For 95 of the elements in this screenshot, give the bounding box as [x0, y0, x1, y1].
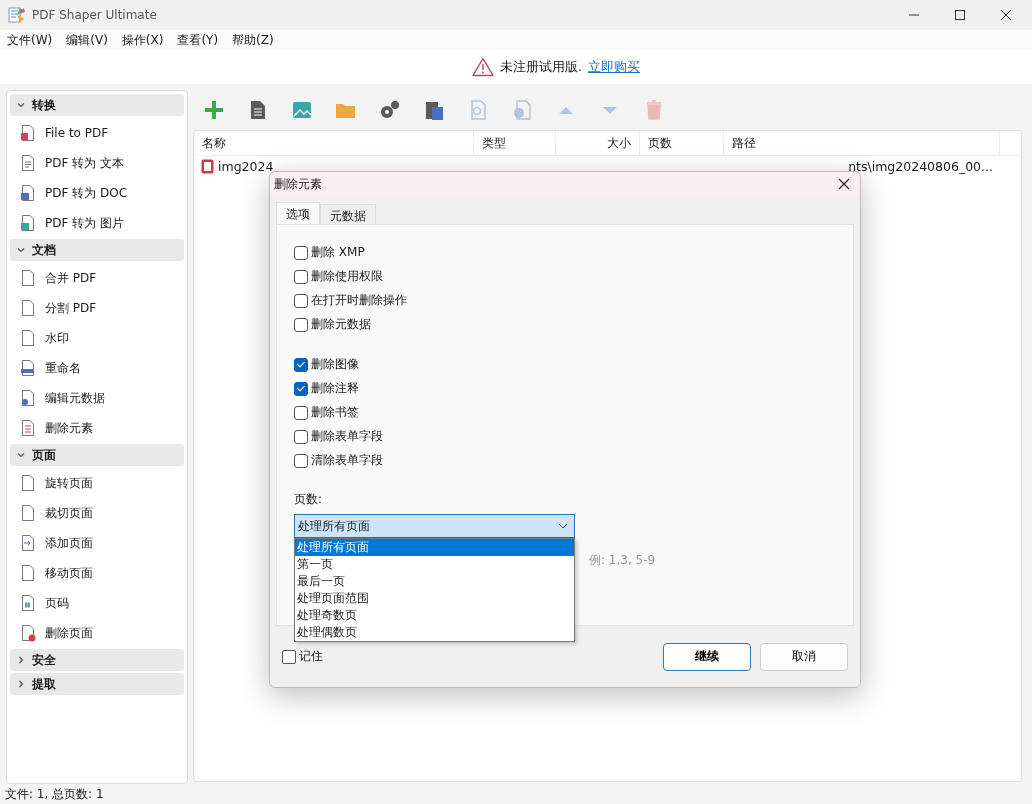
- checkbox-label: 删除元数据: [311, 316, 371, 333]
- sidebar-group-header[interactable]: 文档: [10, 239, 184, 261]
- sidebar-item[interactable]: 合并 PDF: [45, 269, 97, 287]
- checkbox-label: 删除使用权限: [311, 268, 383, 285]
- tab[interactable]: 选项: [276, 202, 320, 224]
- sidebar-group-header[interactable]: 安全: [10, 649, 184, 671]
- chevron-right-icon[interactable]: [16, 679, 26, 689]
- checkbox[interactable]: [294, 381, 308, 396]
- delete-page-icon: [20, 624, 36, 642]
- app-logo-icon: [8, 6, 26, 24]
- dropdown-option[interactable]: 处理所有页面: [295, 539, 574, 556]
- checkbox-label: 删除注释: [311, 380, 359, 397]
- sidebar-item[interactable]: 删除元素: [45, 419, 93, 437]
- table-cell: nts\img20240806_00...: [848, 158, 993, 174]
- sidebar-item[interactable]: 裁切页面: [45, 504, 93, 522]
- warning-icon: [471, 57, 494, 77]
- sidebar-item[interactable]: 水印: [45, 329, 69, 347]
- plus-icon[interactable]: [203, 99, 225, 121]
- menu-item[interactable]: 操作(X): [121, 31, 164, 49]
- checkbox[interactable]: [294, 453, 308, 468]
- checkbox[interactable]: [294, 269, 308, 284]
- sidebar-item[interactable]: PDF 转为 DOC: [45, 184, 128, 202]
- sidebar-group-header[interactable]: 转换: [10, 94, 184, 116]
- window-title: PDF Shaper Ultimate: [32, 8, 157, 22]
- sidebar-item[interactable]: 移动页面: [45, 564, 93, 582]
- menu-item[interactable]: 查看(Y): [177, 31, 219, 49]
- dropdown-option[interactable]: 最后一页: [295, 573, 574, 590]
- checkbox[interactable]: [294, 429, 308, 444]
- dropdown-option[interactable]: 第一页: [295, 556, 574, 573]
- image-file-icon: [20, 214, 36, 232]
- close-icon[interactable]: [838, 178, 850, 190]
- checkbox-label: 删除表单字段: [311, 428, 383, 445]
- sidebar-item[interactable]: 添加页面: [45, 534, 93, 552]
- checkbox[interactable]: [294, 405, 308, 420]
- pages-label: 页数:: [294, 491, 324, 508]
- pdf-file-icon: [20, 124, 36, 142]
- sidebar-item[interactable]: 编辑元数据: [45, 389, 105, 407]
- sidebar-item[interactable]: PDF 转为 文本: [45, 154, 124, 172]
- sidebar-item[interactable]: 页码: [45, 594, 69, 612]
- sidebar-item[interactable]: PDF 转为 图片: [45, 214, 124, 232]
- column-header[interactable]: 名称: [194, 131, 474, 155]
- checkbox-label: 清除表单字段: [311, 452, 383, 469]
- close-icon[interactable]: [1000, 9, 1012, 21]
- sidebar-group-header[interactable]: 页面: [10, 444, 184, 466]
- list-file-icon: [20, 419, 36, 437]
- sidebar-group-header[interactable]: 提取: [10, 673, 184, 695]
- tab[interactable]: 元数据: [320, 204, 376, 224]
- column-header[interactable]: 页数: [640, 131, 724, 155]
- sidebar-item[interactable]: File to PDF: [45, 126, 109, 140]
- chevron-down-icon[interactable]: [16, 245, 26, 255]
- checkbox[interactable]: [294, 293, 308, 308]
- checkbox-label: 记住: [299, 648, 323, 665]
- cancel-button[interactable]: 取消: [760, 642, 848, 671]
- add-page-icon: [20, 534, 36, 552]
- column-header[interactable]: 路径: [724, 131, 1000, 155]
- text-file-icon: [20, 154, 36, 172]
- dropdown-option[interactable]: 处理页面范围: [295, 590, 574, 607]
- buy-link[interactable]: 立即购买: [588, 58, 641, 76]
- pdf-file-icon: [201, 158, 214, 174]
- caret-icon[interactable]: [558, 523, 568, 529]
- notice-text: 未注册试用版.: [499, 58, 583, 76]
- chevron-down-icon[interactable]: [16, 100, 26, 110]
- dropdown-option[interactable]: 处理奇数页: [295, 607, 574, 624]
- sidebar-item[interactable]: 重命名: [45, 359, 81, 377]
- pages-dropdown[interactable]: 处理所有页面: [294, 514, 575, 538]
- column-header[interactable]: 大小: [556, 131, 640, 155]
- page-number-icon: [20, 594, 36, 612]
- checkbox-label: 在打开时删除操作: [311, 292, 407, 309]
- doc-file-icon: [20, 184, 36, 202]
- dropdown-option[interactable]: 处理偶数页: [295, 624, 574, 641]
- chevron-down-icon[interactable]: [16, 450, 26, 460]
- image-icon[interactable]: [291, 99, 313, 121]
- checkbox[interactable]: [294, 245, 308, 260]
- dialog-title: 删除元素: [274, 175, 322, 193]
- sidebar-item[interactable]: 删除页面: [45, 624, 93, 642]
- menu-item[interactable]: 文件(W): [7, 31, 53, 49]
- page-icon: [20, 474, 36, 492]
- checkbox-label: 删除书签: [311, 404, 359, 421]
- menu-item[interactable]: 编辑(V): [66, 31, 108, 49]
- checkbox[interactable]: [282, 649, 296, 664]
- chevron-right-icon[interactable]: [16, 655, 26, 665]
- table-cell: img2024: [218, 158, 274, 174]
- sidebar-item[interactable]: 旋转页面: [45, 474, 93, 492]
- sidebar-item[interactable]: 分割 PDF: [45, 299, 97, 317]
- menu-item[interactable]: 帮助(Z): [232, 31, 274, 49]
- checkbox[interactable]: [294, 357, 308, 372]
- maximize-icon[interactable]: [954, 9, 966, 21]
- rename-file-icon: [20, 359, 36, 377]
- status-text: 文件: 1, 总页数: 1: [4, 785, 105, 803]
- continue-button[interactable]: 继续: [663, 642, 751, 671]
- checkbox-label: 删除图像: [311, 356, 359, 373]
- column-header[interactable]: 类型: [474, 131, 556, 155]
- checkbox-label: 删除 XMP: [311, 244, 365, 261]
- checkbox[interactable]: [294, 317, 308, 332]
- range-hint: 例: 1,3, 5-9: [589, 552, 656, 569]
